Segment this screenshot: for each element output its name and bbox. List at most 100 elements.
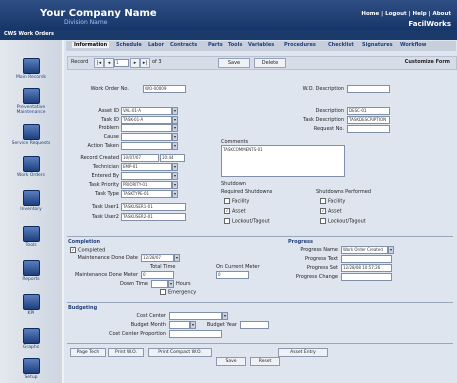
- budgeting-title: Budgeting: [68, 305, 98, 311]
- sidebar-item-inventory[interactable]: Inventory: [5, 190, 57, 212]
- required-lockout-checkbox[interactable]: Lockout/Tagout: [224, 218, 270, 225]
- sidebar-item-preventative[interactable]: Preventative Maintenance: [5, 88, 57, 115]
- description-field[interactable]: DESC-01: [347, 107, 390, 115]
- problem-dropdown[interactable]: ▾: [172, 124, 178, 132]
- technician-dropdown[interactable]: ▾: [172, 163, 178, 171]
- asset-entry-button[interactable]: Asset Entry: [278, 348, 328, 357]
- tab-workflow[interactable]: Workflow: [400, 42, 426, 48]
- tab-parts[interactable]: Parts: [208, 42, 223, 48]
- required-asset-checkbox[interactable]: ✓ Asset: [224, 208, 246, 215]
- tab-contracts[interactable]: Contracts: [170, 42, 197, 48]
- customize-form-link[interactable]: Customize Form: [368, 59, 450, 65]
- entered-by-dropdown[interactable]: ▾: [172, 172, 178, 180]
- asset-id-field[interactable]: VAL-01-A: [121, 107, 172, 115]
- page-tech-button[interactable]: Page Tech: [70, 348, 106, 357]
- sidebar-item-service-requests[interactable]: Service Requests: [5, 124, 57, 146]
- tab-variables[interactable]: Variables: [248, 42, 274, 48]
- comments-textarea[interactable]: TASKCOMMENTS-01: [221, 145, 345, 177]
- entered-by-field[interactable]: [121, 172, 172, 180]
- cost-center-field[interactable]: [169, 312, 222, 320]
- problem-field[interactable]: [121, 124, 172, 132]
- wo-description-field[interactable]: [347, 85, 390, 93]
- emergency-checkbox[interactable]: Emergency: [160, 289, 196, 296]
- task-user1-field[interactable]: TASKUSER1-01: [121, 203, 186, 211]
- record-created-label: Record Created: [80, 155, 119, 161]
- next-record-button[interactable]: ▸: [130, 58, 140, 68]
- progress-name-field[interactable]: Work Order Created: [341, 246, 388, 254]
- print-compact-button[interactable]: Print Compact W.O.: [148, 348, 212, 357]
- last-record-button[interactable]: ▸|: [140, 58, 150, 68]
- budget-year-field[interactable]: [240, 321, 269, 329]
- progress-name-dropdown[interactable]: ▾: [388, 246, 394, 254]
- tab-information[interactable]: Information: [72, 42, 110, 48]
- task-user2-field[interactable]: TASKUSER2-01: [121, 213, 186, 221]
- record-created-time[interactable]: 10:44: [160, 154, 185, 162]
- print-wo-button[interactable]: Print W.O.: [108, 348, 144, 357]
- tab-checklist[interactable]: Checklist: [328, 42, 354, 48]
- task-id-label: Task ID: [101, 117, 119, 123]
- tab-procedures[interactable]: Procedures: [284, 42, 316, 48]
- first-record-button[interactable]: |◂: [94, 58, 104, 68]
- breadcrumb[interactable]: CWS Work Orders: [4, 31, 54, 37]
- hours-label: Hours: [176, 281, 191, 287]
- sidebar-item-tools[interactable]: Tools: [5, 226, 57, 248]
- calendar-icon[interactable]: ▾: [174, 254, 180, 262]
- cost-proportion-field[interactable]: [169, 330, 222, 338]
- performed-asset-checkbox[interactable]: ✓ Asset: [320, 208, 342, 215]
- sidebar-item-reports[interactable]: Reports: [5, 260, 57, 282]
- top-nav-links[interactable]: Home | Logout | Help | About: [361, 11, 451, 17]
- task-id-field[interactable]: TASK-01-A: [121, 116, 172, 124]
- sidebar-item-main-records[interactable]: Main Records: [5, 58, 57, 80]
- action-taken-field[interactable]: [121, 142, 172, 150]
- save-button[interactable]: Save: [218, 58, 250, 68]
- completed-checkbox[interactable]: ✓ Completed: [70, 247, 105, 254]
- sidebar-item-work-orders[interactable]: Work Orders: [5, 156, 57, 178]
- tab-labor[interactable]: Labor: [148, 42, 164, 48]
- request-no-field[interactable]: [347, 125, 390, 133]
- reset-button[interactable]: Reset: [250, 357, 280, 366]
- prev-record-button[interactable]: ◂: [104, 58, 114, 68]
- down-time-dropdown[interactable]: ▾: [168, 280, 174, 288]
- progress-set-field[interactable]: 12/28/08 10:57:26: [341, 264, 392, 272]
- done-meter-field[interactable]: 0: [141, 271, 174, 279]
- report-icon: [22, 260, 40, 276]
- tab-signatures[interactable]: Signatures: [362, 42, 393, 48]
- task-priority-dropdown[interactable]: ▾: [172, 181, 178, 189]
- task-priority-label: Task Priority: [88, 182, 119, 188]
- technician-field[interactable]: EMP-01: [121, 163, 172, 171]
- cost-center-dropdown[interactable]: ▾: [222, 312, 228, 320]
- task-id-dropdown[interactable]: ▾: [172, 116, 178, 124]
- required-facility-checkbox[interactable]: Facility: [224, 198, 249, 205]
- tab-schedule[interactable]: Schedule: [116, 42, 142, 48]
- down-time-field[interactable]: [151, 280, 168, 288]
- current-meter-field[interactable]: 0: [216, 271, 249, 279]
- work-order-no-field[interactable]: WO-00009: [143, 85, 186, 93]
- record-created-date[interactable]: 10/07/07: [121, 154, 159, 162]
- task-type-dropdown[interactable]: ▾: [172, 190, 178, 198]
- action-taken-dropdown[interactable]: ▾: [172, 142, 178, 150]
- cause-field[interactable]: [121, 133, 172, 141]
- save-bottom-button[interactable]: Save: [216, 357, 246, 366]
- tab-bar: Information Schedule Labor Contracts Par…: [66, 41, 456, 51]
- budget-month-field[interactable]: [169, 321, 190, 329]
- sidebar-item-kpi[interactable]: KPI: [5, 294, 57, 316]
- performed-facility-checkbox[interactable]: Facility: [320, 198, 345, 205]
- budget-month-dropdown[interactable]: ▾: [190, 321, 196, 329]
- tab-tools[interactable]: Tools: [228, 42, 242, 48]
- done-date-field[interactable]: 12/28/07: [141, 254, 174, 262]
- sidebar-item-setup[interactable]: Setup: [5, 358, 57, 380]
- task-description-field[interactable]: TASKDESCRIPTION: [347, 116, 390, 124]
- task-type-field[interactable]: TASKTYPE-01: [121, 190, 172, 198]
- performed-lockout-checkbox[interactable]: Lockout/Tagout: [320, 218, 366, 225]
- cause-dropdown[interactable]: ▾: [172, 133, 178, 141]
- sidebar: Main Records Preventative Maintenance Se…: [0, 40, 62, 383]
- record-number-input[interactable]: 1: [114, 59, 129, 67]
- task-priority-field[interactable]: PRIORITY-01: [121, 181, 172, 189]
- delete-button[interactable]: Delete: [254, 58, 286, 68]
- sidebar-item-graphs[interactable]: Graphs: [5, 328, 57, 350]
- task-type-label: Task Type: [95, 191, 119, 197]
- progress-text-field[interactable]: [341, 255, 392, 263]
- asset-id-dropdown[interactable]: ▾: [172, 107, 178, 115]
- progress-change-field[interactable]: [341, 273, 392, 281]
- asset-id-label: Asset ID: [98, 108, 119, 114]
